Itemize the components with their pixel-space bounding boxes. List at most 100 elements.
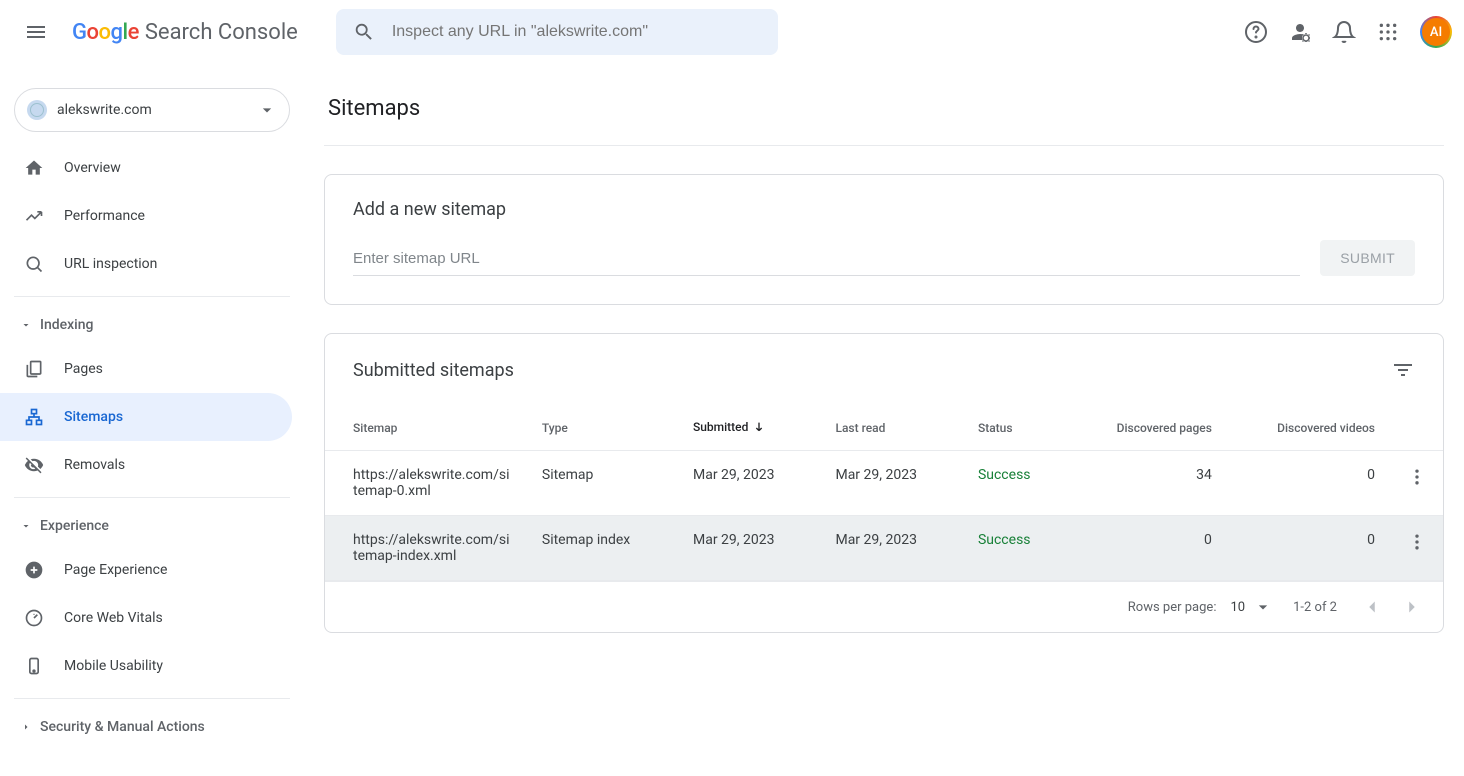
cell-sitemap: https://alekswrite.com/sitemap-index.xml <box>325 516 526 581</box>
submitted-sitemaps-card: Submitted sitemaps Sitemap Type Submitte… <box>324 333 1444 633</box>
table-footer: Rows per page: 10 1-2 of 2 <box>325 581 1443 632</box>
table-row[interactable]: https://alekswrite.com/sitemap-0.xml Sit… <box>325 451 1443 516</box>
nav-label: Pages <box>64 361 103 377</box>
section-label: Experience <box>40 518 109 534</box>
col-sitemap[interactable]: Sitemap <box>325 406 526 451</box>
nav-overview[interactable]: Overview <box>0 144 292 192</box>
nav-removals[interactable]: Removals <box>0 441 292 489</box>
nav-label: Core Web Vitals <box>64 610 163 626</box>
sitemaps-table: Sitemap Type Submitted Last read Status … <box>325 406 1443 581</box>
help-button[interactable] <box>1236 12 1276 52</box>
pagination-range: 1-2 of 2 <box>1293 600 1337 615</box>
trend-icon <box>24 206 44 226</box>
add-sitemap-title: Add a new sitemap <box>325 175 1443 240</box>
visibility-off-icon <box>24 455 44 475</box>
sidebar: alekswrite.com Overview Performance URL … <box>0 64 304 776</box>
cell-lastread: Mar 29, 2023 <box>819 451 961 516</box>
section-label: Security & Manual Actions <box>40 719 205 735</box>
search-icon <box>24 254 44 274</box>
col-lastread[interactable]: Last read <box>819 406 961 451</box>
row-actions-button[interactable] <box>1407 467 1427 487</box>
search-icon <box>344 12 384 52</box>
property-name: alekswrite.com <box>57 102 247 118</box>
col-status[interactable]: Status <box>962 406 1068 451</box>
property-selector[interactable]: alekswrite.com <box>14 88 290 132</box>
home-icon <box>24 158 44 178</box>
sitemap-icon <box>24 407 44 427</box>
cell-submitted: Mar 29, 2023 <box>677 451 819 516</box>
filter-icon <box>1391 358 1415 382</box>
col-pages[interactable]: Discovered pages <box>1068 406 1228 451</box>
col-videos[interactable]: Discovered videos <box>1228 406 1391 451</box>
product-name: Search Console <box>145 20 298 45</box>
cell-pages: 0 <box>1068 516 1228 581</box>
nav-label: Overview <box>64 160 121 176</box>
phone-icon <box>24 656 44 676</box>
section-indexing[interactable]: Indexing <box>0 305 304 345</box>
hamburger-menu-button[interactable] <box>12 8 60 56</box>
dropdown-icon <box>257 100 277 120</box>
notifications-button[interactable] <box>1324 12 1364 52</box>
caret-down-icon <box>20 520 32 532</box>
nav-performance[interactable]: Performance <box>0 192 292 240</box>
cell-pages: 34 <box>1068 451 1228 516</box>
col-submitted[interactable]: Submitted <box>677 406 819 451</box>
search-bar[interactable] <box>336 9 778 55</box>
cell-videos: 0 <box>1228 516 1391 581</box>
cell-sitemap: https://alekswrite.com/sitemap-0.xml <box>325 451 526 516</box>
nav-label: Mobile Usability <box>64 658 163 674</box>
users-button[interactable] <box>1280 12 1320 52</box>
nav-sitemaps[interactable]: Sitemaps <box>0 393 292 441</box>
header: Google Search Console AI <box>0 0 1464 64</box>
next-page-button[interactable] <box>1397 592 1427 622</box>
apps-grid-icon <box>1378 22 1398 42</box>
circle-plus-icon <box>24 560 44 580</box>
account-avatar[interactable]: AI <box>1420 16 1452 48</box>
chevron-right-icon <box>1401 596 1423 618</box>
nav-url-inspection[interactable]: URL inspection <box>0 240 292 288</box>
speed-icon <box>24 608 44 628</box>
more-vert-icon <box>1407 532 1427 552</box>
cell-type: Sitemap index <box>526 516 677 581</box>
sort-down-icon <box>751 420 767 436</box>
menu-icon <box>24 20 48 44</box>
pages-icon <box>24 359 44 379</box>
page-title: Sitemaps <box>324 88 1444 146</box>
submitted-sitemaps-title: Submitted sitemaps <box>353 360 514 381</box>
table-row[interactable]: https://alekswrite.com/sitemap-index.xml… <box>325 516 1443 581</box>
nav-label: Performance <box>64 208 145 224</box>
rows-per-page-label: Rows per page: <box>1128 600 1217 615</box>
more-vert-icon <box>1407 467 1427 487</box>
cell-type: Sitemap <box>526 451 677 516</box>
cell-submitted: Mar 29, 2023 <box>677 516 819 581</box>
submit-button[interactable]: SUBMIT <box>1320 240 1415 276</box>
add-sitemap-card: Add a new sitemap SUBMIT <box>324 174 1444 305</box>
cell-status: Success <box>962 451 1068 516</box>
cell-lastread: Mar 29, 2023 <box>819 516 961 581</box>
help-icon <box>1244 20 1268 44</box>
prev-page-button[interactable] <box>1357 592 1387 622</box>
nav-label: Removals <box>64 457 125 473</box>
filter-button[interactable] <box>1383 350 1423 390</box>
section-experience[interactable]: Experience <box>0 506 304 546</box>
search-input[interactable] <box>384 23 770 41</box>
logo[interactable]: Google Search Console <box>72 20 298 45</box>
caret-right-icon <box>20 721 32 733</box>
col-type[interactable]: Type <box>526 406 677 451</box>
nav-page-experience[interactable]: Page Experience <box>0 546 292 594</box>
sitemap-url-input[interactable] <box>353 242 1300 276</box>
row-actions-button[interactable] <box>1407 532 1427 552</box>
nav-label: Page Experience <box>64 562 167 578</box>
rows-per-page-select[interactable]: 10 <box>1230 597 1273 617</box>
nav-label: Sitemaps <box>64 409 123 425</box>
dropdown-icon <box>1253 597 1273 617</box>
person-settings-icon <box>1288 20 1312 44</box>
bell-icon <box>1332 20 1356 44</box>
nav-mobile-usability[interactable]: Mobile Usability <box>0 642 292 690</box>
section-security[interactable]: Security & Manual Actions <box>0 707 304 747</box>
nav-pages[interactable]: Pages <box>0 345 292 393</box>
cell-status: Success <box>962 516 1068 581</box>
nav-core-web-vitals[interactable]: Core Web Vitals <box>0 594 292 642</box>
google-logo: Google <box>72 20 139 45</box>
apps-button[interactable] <box>1368 12 1408 52</box>
